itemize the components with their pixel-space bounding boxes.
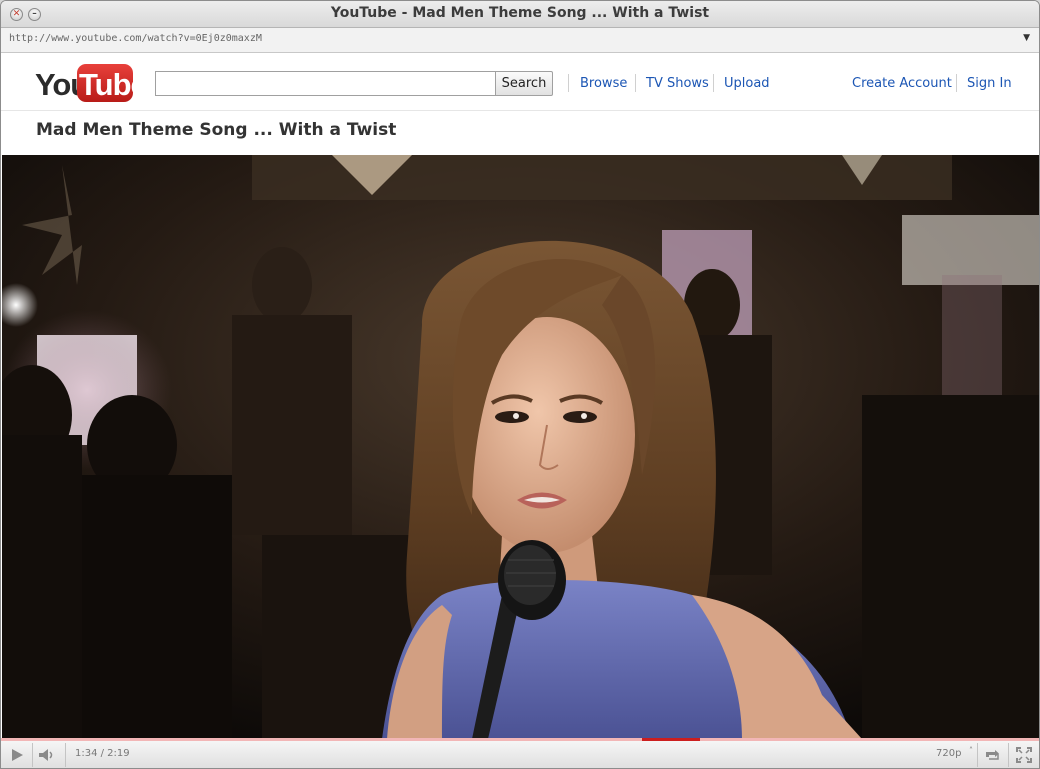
control-divider [977,743,978,767]
quality-label[interactable]: 720p [936,748,961,759]
control-divider [65,743,66,767]
video-title: Mad Men Theme Song ... With a Twist [36,120,397,140]
progress-bar[interactable] [1,738,1039,741]
dropdown-arrow-icon[interactable]: ▼ [1023,33,1030,43]
nav-divider [713,74,714,92]
search-button[interactable]: Search [495,71,553,96]
fullscreen-icon[interactable] [1012,744,1036,766]
logo-tube-text: Tube [79,67,148,102]
progress-played [642,738,700,741]
nav-browse-link[interactable]: Browse [580,76,627,91]
volume-icon[interactable] [35,744,59,766]
progress-buffered [1,738,1039,741]
control-divider [1008,743,1009,767]
video-player[interactable] [2,155,1039,739]
control-divider [32,743,33,767]
url-text[interactable]: http://www.youtube.com/watch?v=0Ej0z0max… [9,33,262,44]
window-title: YouTube - Mad Men Theme Song ... With a … [330,5,710,21]
nav-divider [635,74,636,92]
search-input[interactable] [155,71,496,96]
player-controls: 1:34 / 2:19 720p ˄ [1,738,1039,768]
video-title-bar: Mad Men Theme Song ... With a Twist [1,111,1039,155]
time-display: 1:34 / 2:19 [75,748,130,759]
nav-divider [956,74,957,92]
create-account-link[interactable]: Create Account [852,76,952,91]
site-header: You Tube Search Browse TV Shows Upload C… [1,53,1039,111]
popout-icon[interactable] [980,744,1004,766]
sign-in-link[interactable]: Sign In [967,76,1012,91]
browser-window: ✕ – YouTube - Mad Men Theme Song ... Wit… [0,0,1040,769]
play-icon[interactable] [5,744,29,766]
video-frame [2,155,1039,739]
window-titlebar: ✕ – YouTube - Mad Men Theme Song ... Wit… [1,1,1039,28]
nav-divider [568,74,569,92]
address-bar[interactable]: http://www.youtube.com/watch?v=0Ej0z0max… [1,28,1039,53]
nav-tv-shows-link[interactable]: TV Shows [646,76,709,91]
nav-upload-link[interactable]: Upload [724,76,770,91]
